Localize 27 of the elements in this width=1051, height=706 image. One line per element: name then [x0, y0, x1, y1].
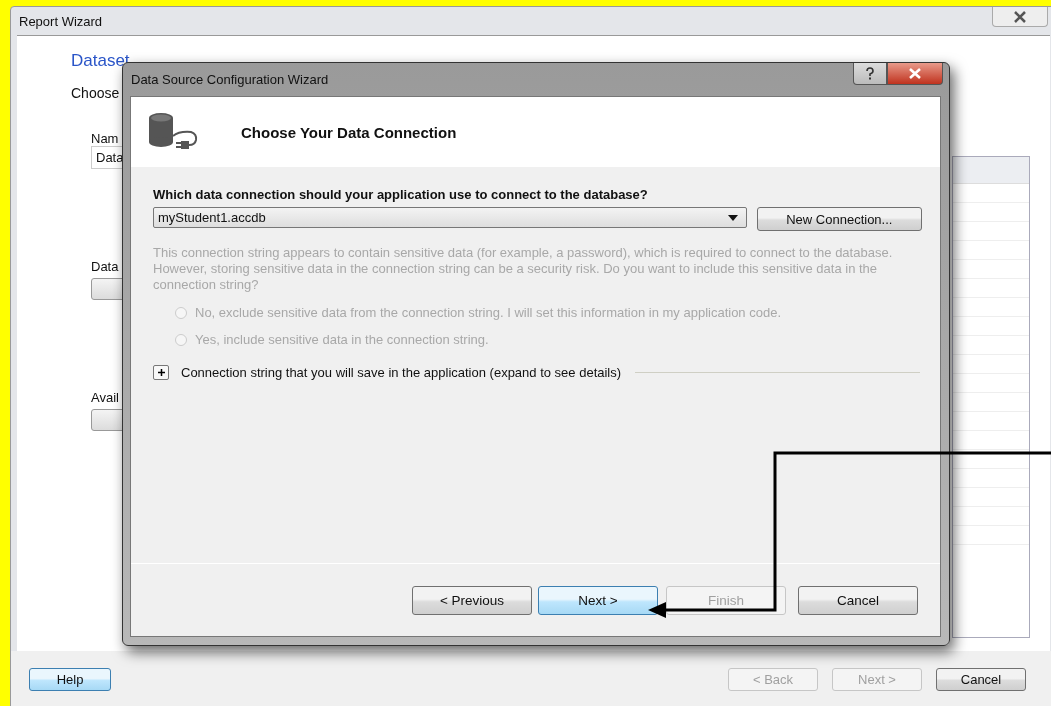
connection-dropdown[interactable]: myStudent1.accdb	[153, 207, 747, 228]
page-heading: Dataset	[71, 51, 130, 71]
expand-button[interactable]	[153, 365, 169, 380]
question-label: Which data connection should your application use to connect to the database?	[153, 187, 649, 202]
plus-icon	[156, 368, 166, 377]
close-icon	[1013, 10, 1027, 23]
new-connection-button[interactable]: New Connection...	[756, 207, 922, 231]
dialog-heading: Choose Your Data Connection	[241, 123, 457, 141]
footer-button[interactable]: Cancel	[936, 667, 1026, 691]
notice-text: This connection string appears to contain sensitive data (for example, a password), which is required to connect to the database. However, storing sensitive data in the connection string can be a security risk. Do you want to include this sensitive data in the connection string?	[153, 245, 894, 293]
field-label: Data	[91, 259, 119, 274]
help-icon	[865, 67, 875, 80]
instruction-text: Choose	[71, 85, 120, 101]
dialog-title: Data Source Configuration Wizard	[131, 72, 329, 87]
close-icon	[908, 68, 922, 79]
close-button[interactable]	[887, 63, 943, 85]
dropdown-caret-icon	[727, 214, 738, 221]
close-button[interactable]	[992, 7, 1048, 27]
wizard-button[interactable]: Next >	[538, 585, 658, 615]
wizard-button[interactable]: < Previous	[412, 585, 532, 615]
field-label: Avail	[91, 390, 119, 405]
wizard-button[interactable]: Cancel	[798, 585, 918, 615]
footer-button[interactable]: Help	[29, 667, 111, 691]
field-label: Nam	[91, 131, 119, 146]
expander-label: Connection string that you will save in the application (expand to see details)	[181, 365, 622, 380]
help-button[interactable]	[853, 63, 887, 85]
window-title: Report Wizard	[19, 13, 103, 29]
